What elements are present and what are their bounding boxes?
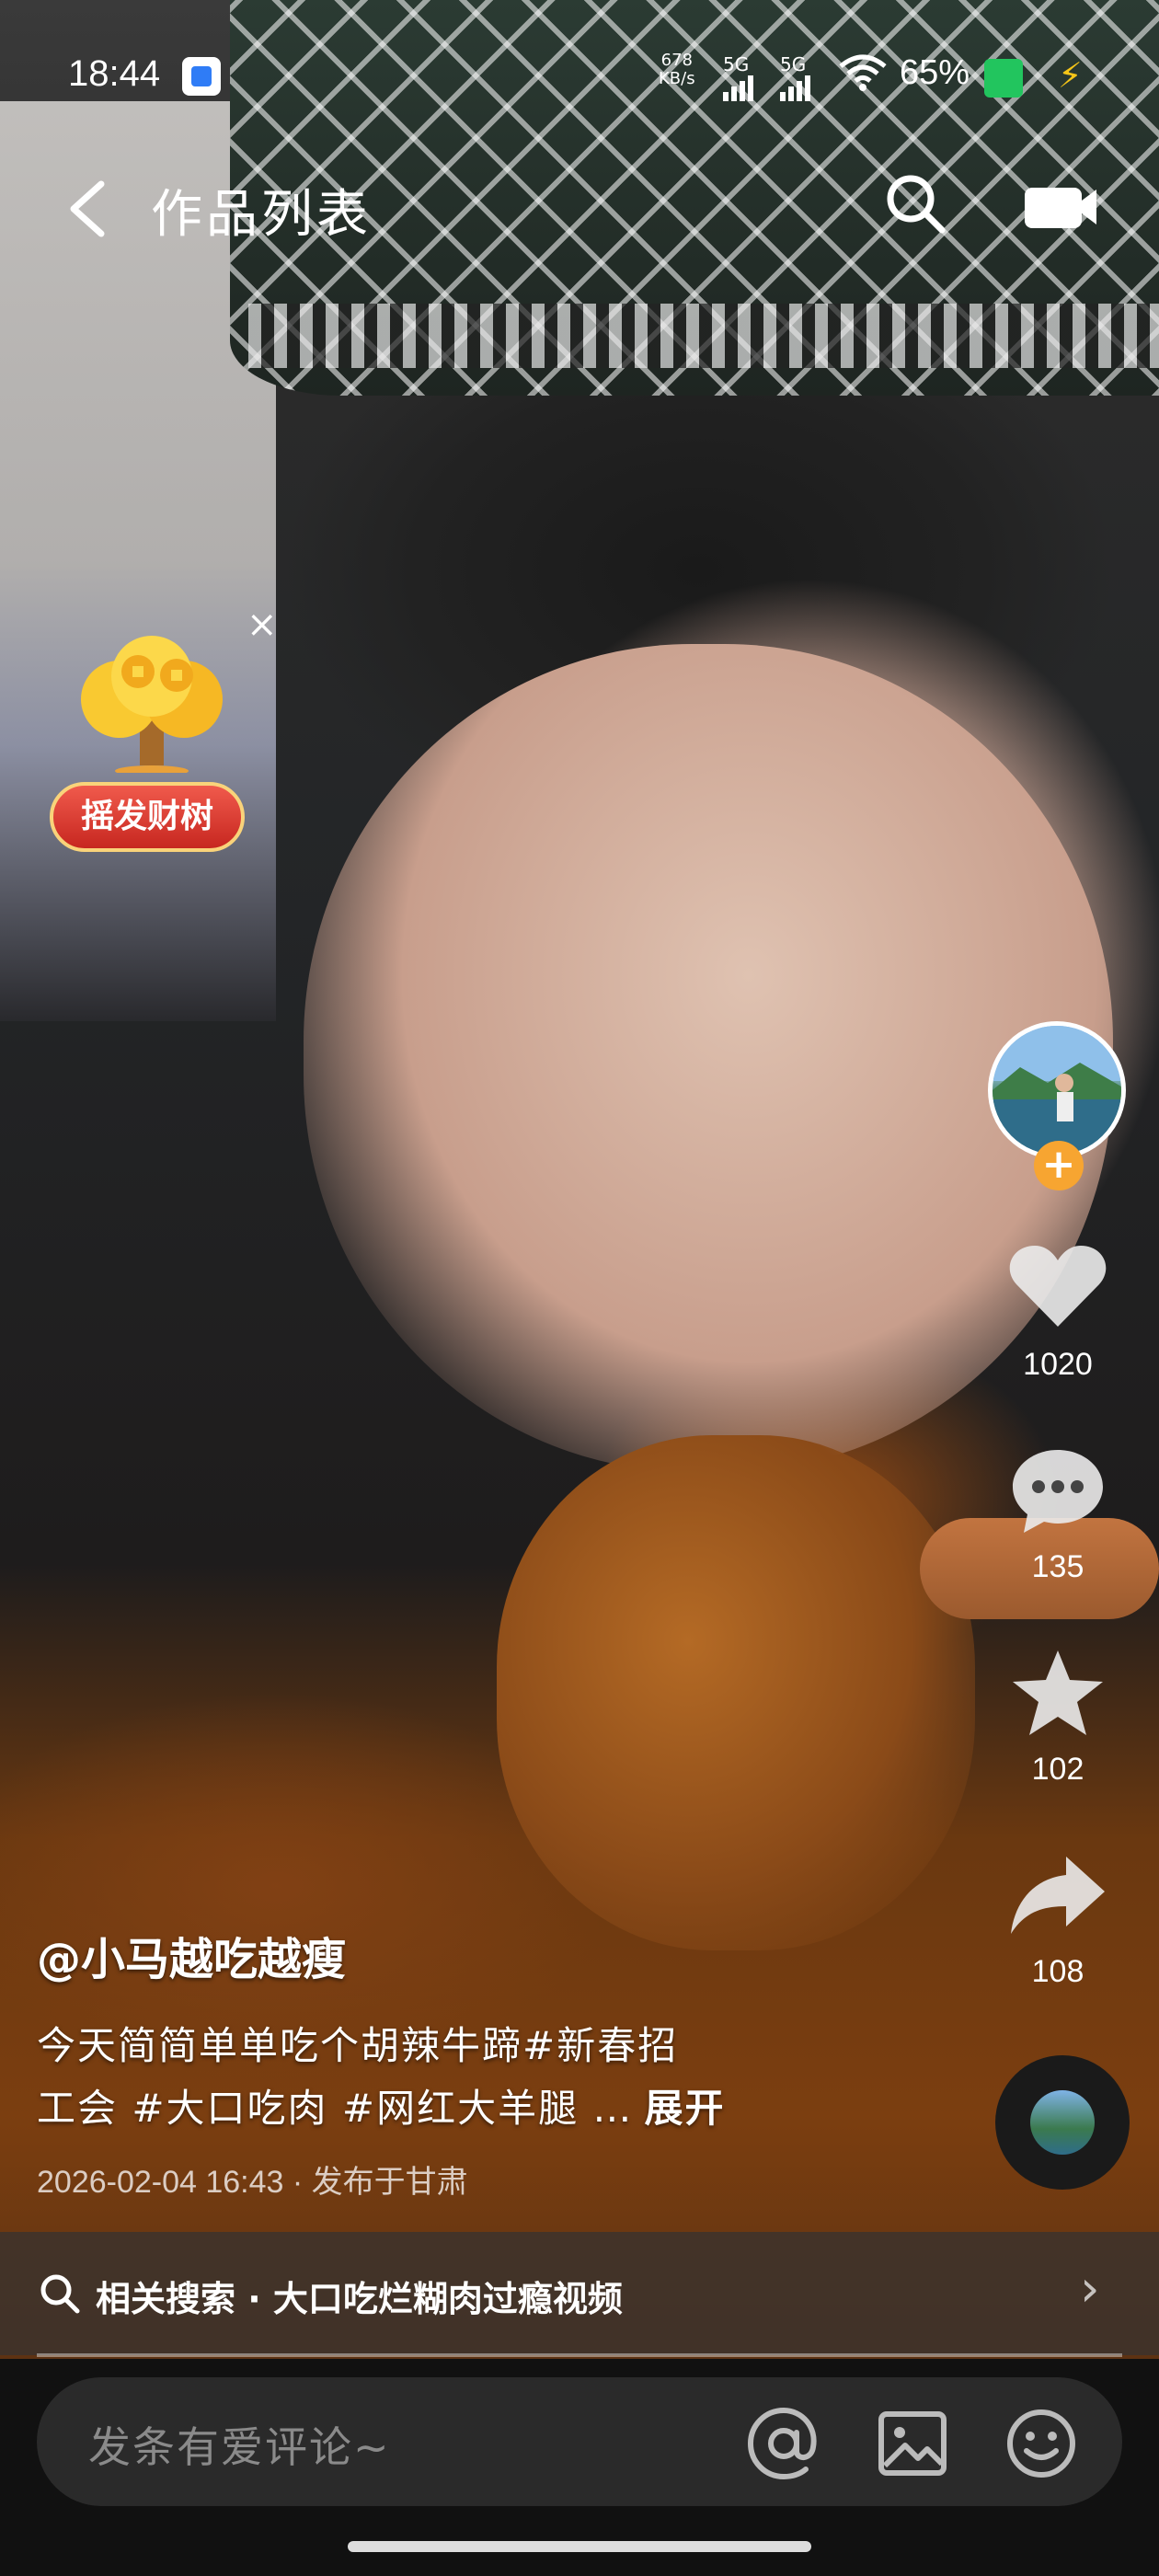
avatar-photo bbox=[993, 1026, 1121, 1155]
like-count: 1020 bbox=[1023, 1347, 1093, 1382]
bottom-bar: 发条有爱评论~ bbox=[0, 2359, 1159, 2576]
author-avatar[interactable] bbox=[988, 1021, 1126, 1159]
comment-button[interactable]: 135 bbox=[975, 1444, 1141, 1585]
money-tree-icon bbox=[81, 636, 223, 773]
share-icon bbox=[1011, 1857, 1105, 1934]
network-speed-value: 678 bbox=[660, 51, 693, 70]
related-search-bar[interactable]: 相关搜索 · 大口吃烂糊肉过瘾视频 › bbox=[0, 2232, 1159, 2355]
sim2-label: 5G bbox=[780, 53, 807, 75]
status-bar: 18:44 678 KB/s 5G 5G 65% ⚡ bbox=[0, 0, 1159, 156]
music-cover bbox=[1030, 2090, 1095, 2155]
search-icon bbox=[887, 175, 946, 234]
chevron-right-icon: › bbox=[1080, 2260, 1100, 2317]
related-search-text: 相关搜索 · 大口吃烂糊肉过瘾视频 bbox=[96, 2279, 623, 2319]
search-button[interactable] bbox=[883, 171, 947, 236]
description-line-2-text: 工会 #大口吃肉 #网红大羊腿 … bbox=[37, 2086, 634, 2131]
video-description[interactable]: 今天简简单单吃个胡辣牛蹄#新春招 工会 #大口吃肉 #网红大羊腿 … 展开 bbox=[37, 2015, 957, 2140]
signal-bars-icon bbox=[780, 75, 813, 101]
money-tree-promo[interactable]: 摇发财树 bbox=[46, 635, 248, 865]
comment-input[interactable]: 发条有爱评论~ bbox=[37, 2377, 1122, 2506]
signal-sim1: 5G bbox=[723, 53, 756, 101]
camera-icon bbox=[1025, 188, 1096, 228]
back-icon bbox=[70, 180, 105, 237]
page-title: 作品列表 bbox=[151, 185, 372, 245]
image-button[interactable] bbox=[874, 2405, 951, 2482]
publish-meta: 2026-02-04 16:43 · 发布于甘肃 bbox=[37, 2165, 468, 2200]
share-count: 108 bbox=[1031, 1954, 1084, 1989]
emoji-icon bbox=[1007, 2409, 1075, 2478]
back-button[interactable] bbox=[64, 177, 110, 251]
music-disc[interactable] bbox=[995, 2055, 1130, 2190]
promo-close-button[interactable]: × bbox=[247, 604, 278, 646]
comment-count: 135 bbox=[1031, 1549, 1084, 1584]
comment-icon bbox=[1013, 1450, 1103, 1533]
description-line-1: 今天简简单单吃个胡辣牛蹄#新春招 bbox=[37, 2023, 679, 2068]
favorite-count: 102 bbox=[1031, 1752, 1084, 1787]
emoji-button[interactable] bbox=[1003, 2405, 1080, 2482]
home-indicator[interactable] bbox=[348, 2541, 811, 2552]
video-hat-band bbox=[248, 304, 1159, 368]
promo-label[interactable]: 摇发财树 bbox=[50, 782, 245, 852]
author-name[interactable]: @小马越吃越瘦 bbox=[37, 1923, 346, 1987]
signal-sim2: 5G bbox=[780, 53, 813, 101]
network-speed: 678 KB/s bbox=[659, 52, 695, 88]
status-time: 18:44 bbox=[68, 53, 161, 94]
notification-app-icon bbox=[182, 57, 221, 96]
follow-button[interactable]: + bbox=[1034, 1141, 1084, 1190]
star-icon bbox=[1013, 1650, 1103, 1735]
heart-icon bbox=[1009, 1246, 1107, 1327]
expand-button[interactable]: 展开 bbox=[644, 2086, 725, 2131]
signal-bars-icon bbox=[723, 75, 756, 101]
like-button[interactable]: 1020 bbox=[975, 1242, 1141, 1383]
battery-percent: 65% bbox=[900, 53, 970, 92]
video-food bbox=[497, 1435, 975, 1950]
camera-button[interactable] bbox=[1023, 180, 1098, 230]
comment-placeholder: 发条有爱评论~ bbox=[88, 2422, 391, 2472]
mention-button[interactable] bbox=[745, 2405, 822, 2482]
video-player-screen[interactable]: 18:44 678 KB/s 5G 5G 65% ⚡ 作品列表 × 摇发财树 +… bbox=[0, 0, 1159, 2576]
description-line-2: 工会 #大口吃肉 #网红大羊腿 … 展开 bbox=[37, 2077, 957, 2140]
charging-icon: ⚡ bbox=[1058, 55, 1083, 96]
top-nav: 作品列表 bbox=[0, 156, 1159, 248]
network-speed-unit: KB/s bbox=[659, 69, 695, 88]
battery-icon bbox=[984, 59, 1023, 98]
sim1-label: 5G bbox=[723, 53, 750, 75]
share-button[interactable]: 108 bbox=[975, 1849, 1141, 1990]
search-icon bbox=[40, 2274, 80, 2314]
video-progress-bar[interactable] bbox=[37, 2353, 1122, 2357]
wifi-icon bbox=[837, 52, 889, 99]
image-icon bbox=[878, 2411, 947, 2476]
at-icon bbox=[747, 2407, 817, 2480]
favorite-button[interactable]: 102 bbox=[975, 1647, 1141, 1788]
